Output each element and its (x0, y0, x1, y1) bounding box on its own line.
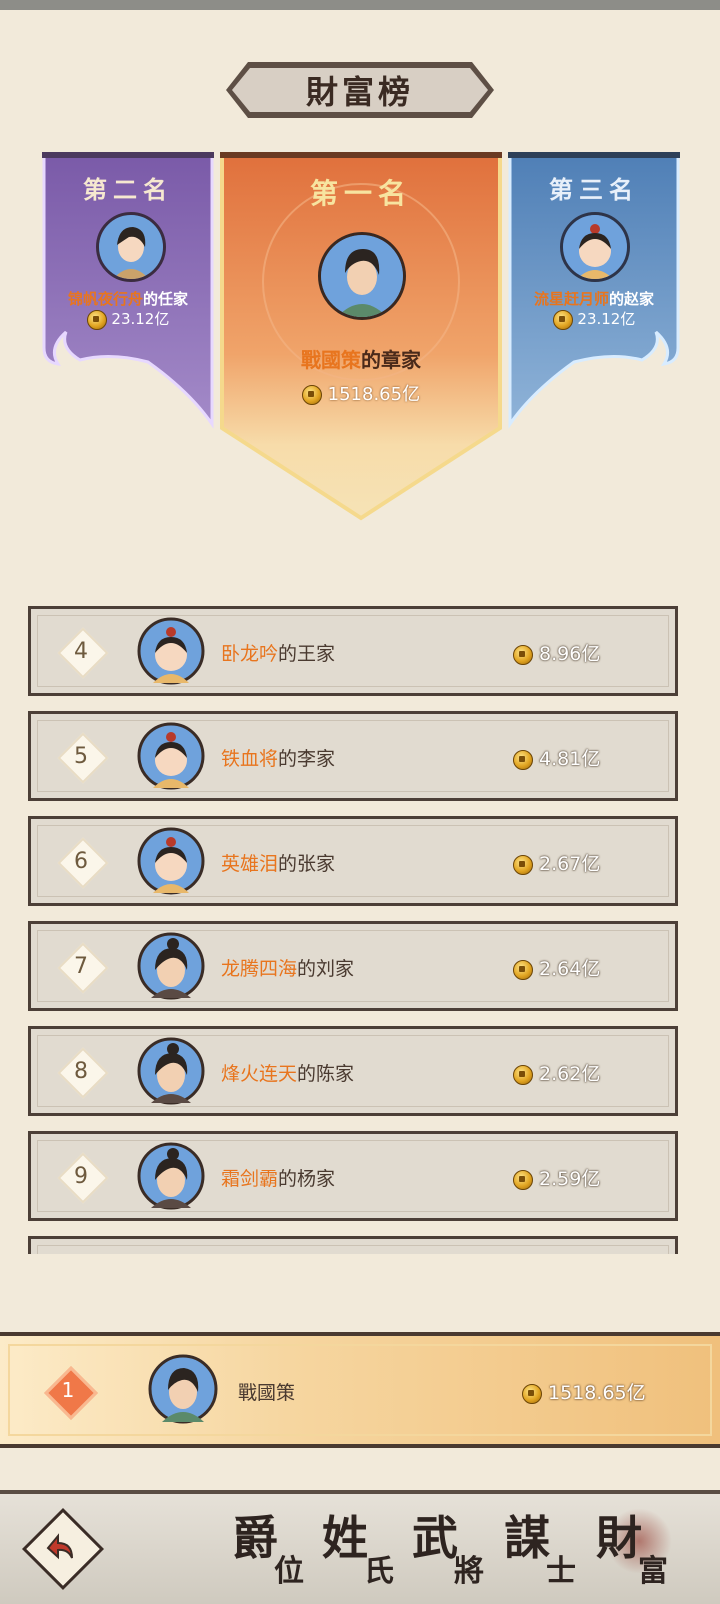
ranking-row-partial[interactable] (28, 1236, 678, 1254)
player-name: 烽火连天的陈家 (221, 1063, 355, 1085)
coin-icon (513, 1064, 533, 1085)
page-title-plaque: 財富榜 (226, 62, 494, 118)
wealth-third: 23.12亿 (506, 308, 682, 330)
name-third: 流星赶月师的赵家 (533, 290, 655, 308)
coin-icon (522, 1383, 542, 1404)
avatar-adult (137, 932, 205, 1000)
coin-icon (513, 644, 533, 665)
coin-icon (86, 309, 107, 330)
rank-badge: 7 (57, 942, 109, 994)
tab-generals[interactable]: 武 將 (412, 1502, 502, 1598)
ranking-row[interactable]: 7 龙腾四海的刘家 2.64亿 (28, 921, 678, 1011)
name-second: 锦帆夜行舟的任家 (67, 290, 189, 308)
avatar-child (137, 827, 205, 895)
my-wealth: 1518.65亿 (522, 1378, 646, 1405)
wealth-second: 23.12亿 (40, 308, 216, 330)
rank-label-second: 第二名 (83, 175, 173, 204)
ranking-row[interactable]: 8 烽火连天的陈家 2.62亿 (28, 1026, 678, 1116)
tab-rank-title[interactable]: 爵 位 (232, 1502, 322, 1598)
player-name: 龙腾四海的刘家 (221, 958, 355, 980)
coin-icon (552, 309, 573, 330)
coin-icon (513, 854, 533, 875)
rank-badge: 6 (57, 837, 109, 889)
podium-second-banner[interactable]: 第二名 锦帆夜行舟的任家 23.12亿 (40, 152, 216, 432)
avatar-first (318, 232, 406, 320)
player-wealth: 4.81亿 (513, 744, 600, 771)
ranking-list[interactable]: 4 卧龙吟的王家 8.96亿 5 铁血将的李家 4.81亿 6 英雄泪的张家 2… (28, 606, 680, 1254)
rank-label-third: 第三名 (549, 175, 639, 204)
back-arrow-icon (46, 1533, 73, 1560)
player-wealth: 8.96亿 (513, 639, 600, 666)
avatar-child (137, 617, 205, 685)
player-wealth: 2.64亿 (513, 954, 600, 981)
rank-badge: 8 (57, 1047, 109, 1099)
player-name: 英雄泪的张家 (221, 853, 336, 875)
player-name: 卧龙吟的王家 (221, 643, 336, 665)
rank-badge: 9 (57, 1152, 109, 1204)
tab-advisors[interactable]: 謀 士 (504, 1502, 594, 1598)
ranking-row[interactable]: 5 铁血将的李家 4.81亿 (28, 711, 678, 801)
podium-third-banner[interactable]: 第三名 流星赶月师的赵家 23.12亿 (506, 152, 682, 432)
my-rank-row[interactable]: 1 戰國策 1518.65亿 (0, 1332, 720, 1448)
player-wealth: 2.62亿 (513, 1059, 600, 1086)
page-title: 財富榜 (305, 73, 414, 111)
player-name: 铁血将的李家 (221, 748, 336, 770)
back-button[interactable] (21, 1507, 105, 1591)
ranking-row[interactable]: 6 英雄泪的张家 2.67亿 (28, 816, 678, 906)
avatar-adult (137, 1142, 205, 1210)
coin-icon (513, 749, 533, 770)
avatar-adult (137, 1037, 205, 1105)
ranking-row[interactable]: 4 卧龙吟的王家 8.96亿 (28, 606, 678, 696)
rank-badge: 4 (57, 627, 109, 679)
bottom-nav: 爵 位 姓 氏 武 將 謀 士 財 富 (0, 1490, 720, 1604)
player-wealth: 2.59亿 (513, 1164, 600, 1191)
tab-wealth[interactable]: 財 富 (596, 1502, 686, 1598)
avatar-third (560, 212, 630, 282)
my-name: 戰國策 (238, 1382, 296, 1404)
top-status-strip (0, 0, 720, 10)
ranking-row[interactable]: 9 霜剑霸的杨家 2.59亿 (28, 1131, 678, 1221)
tab-surname[interactable]: 姓 氏 (322, 1502, 412, 1598)
player-wealth: 2.67亿 (513, 849, 600, 876)
my-avatar (148, 1354, 218, 1424)
avatar-child (137, 722, 205, 790)
my-rank-badge: 1 (44, 1366, 98, 1420)
avatar-second (96, 212, 166, 282)
coin-icon (513, 1169, 533, 1190)
rank-badge: 5 (57, 732, 109, 784)
rank-label-first: 第一名 (309, 177, 412, 210)
coin-icon (513, 959, 533, 980)
coin-icon (301, 385, 322, 405)
player-name: 霜剑霸的杨家 (221, 1168, 336, 1190)
name-first: 戰國策的章家 (301, 348, 421, 372)
podium-first-banner[interactable]: 第一名 戰國策的章家 1518.65亿 (218, 152, 504, 524)
wealth-first: 1518.65亿 (218, 380, 504, 406)
